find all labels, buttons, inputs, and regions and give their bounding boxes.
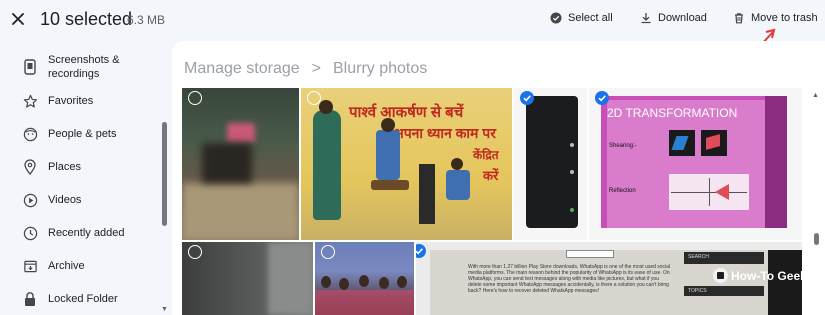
photo-tile[interactable] [315, 242, 414, 315]
photo-tile[interactable] [182, 88, 299, 240]
move-to-trash-label: Move to trash [751, 12, 818, 24]
photo-grid: पार्श्व आकर्षण से बचें अपना ध्यान काम पर… [182, 88, 802, 315]
sidebar-item-label: Screenshots & recordings [48, 54, 120, 80]
grid-scroll-up-icon[interactable]: ▲ [812, 92, 819, 99]
sidebar-item-recently-added[interactable]: Recently added [22, 225, 124, 241]
download-button[interactable]: Download [640, 12, 707, 24]
sidebar-scrollbar[interactable] [162, 122, 167, 226]
sidebar-item-label: Locked Folder [48, 293, 118, 305]
photo-tile[interactable] [514, 88, 587, 240]
check-icon [416, 248, 423, 255]
sidebar-item-label: Archive [48, 260, 85, 272]
selection-checkbox[interactable] [188, 91, 202, 105]
watermark-text: How-To Geek [731, 268, 807, 283]
archive-icon [22, 258, 38, 274]
photo-text: पार्श्व आकर्षण से बचें [349, 104, 464, 121]
photo-tile[interactable] [182, 242, 313, 315]
sidebar-item-label: Recently added [48, 227, 125, 239]
download-label: Download [658, 12, 707, 24]
selection-checkbox-checked[interactable] [416, 244, 426, 258]
sidebar-scroll-down-icon[interactable]: ▼ [161, 306, 168, 313]
lock-icon [22, 291, 38, 307]
selection-checkbox[interactable] [307, 91, 321, 105]
selection-checkbox-checked[interactable] [595, 91, 609, 105]
photo-text: केंद्रित [473, 148, 499, 162]
photo-text: 2D TRANSFORMATION [607, 106, 738, 120]
clock-icon [22, 225, 38, 241]
sidebar-item-people[interactable]: People & pets [22, 126, 117, 142]
selection-count: 10 selected [40, 9, 133, 29]
selection-checkbox-checked[interactable] [520, 91, 534, 105]
photo-text: Shearing:- [609, 143, 637, 149]
sidebar-item-label: People & pets [48, 128, 117, 140]
grid-scrollbar[interactable] [814, 233, 819, 245]
check-icon [598, 95, 606, 102]
sidebar-item-locked-folder[interactable]: Locked Folder [22, 291, 118, 307]
selection-checkbox[interactable] [188, 245, 202, 259]
photo-text: TOPICS [688, 288, 707, 294]
breadcrumb: Manage storage > Blurry photos [184, 60, 427, 78]
selection-checkbox[interactable] [321, 245, 335, 259]
select-all-label: Select all [568, 12, 613, 24]
sidebar-item-places[interactable]: Places [22, 159, 81, 175]
face-icon [22, 126, 38, 142]
check-icon [523, 95, 531, 102]
how-to-geek-logo-icon [713, 268, 728, 283]
play-icon [22, 192, 38, 208]
move-to-trash-button[interactable]: Move to trash [733, 12, 818, 24]
breadcrumb-manage-storage[interactable]: Manage storage [184, 60, 300, 78]
phone-icon [22, 59, 38, 75]
check-circle-icon [550, 12, 562, 24]
sidebar-item-favorites[interactable]: Favorites [22, 93, 93, 109]
selection-size: 6.3 MB [127, 13, 166, 27]
breadcrumb-separator: > [311, 60, 321, 77]
how-to-geek-watermark: How-To Geek [713, 268, 807, 283]
select-all-button[interactable]: Select all [550, 12, 613, 24]
pin-icon [22, 159, 38, 175]
photo-tile[interactable]: 2D TRANSFORMATION Shearing:- Reflection [589, 88, 802, 240]
star-icon [22, 93, 38, 109]
sidebar: Screenshots & recordings Favorites Peopl… [0, 40, 160, 315]
trash-icon [735, 13, 743, 24]
sidebar-item-label: Favorites [48, 95, 94, 107]
sidebar-item-archive[interactable]: Archive [22, 258, 85, 274]
download-icon [641, 13, 651, 24]
sidebar-item-label: Places [48, 161, 82, 173]
top-bar: 10 selected 6.3 MB Select all Download M… [0, 0, 825, 40]
photo-text: With more than 1.27 billion Play Store d… [468, 264, 671, 294]
photo-text: Reflection [609, 188, 636, 194]
sidebar-item-videos[interactable]: Videos [22, 192, 81, 208]
close-icon [12, 13, 24, 25]
photo-text: करें [483, 168, 499, 183]
sidebar-item-label: Videos [48, 194, 82, 206]
breadcrumb-blurry-photos: Blurry photos [332, 60, 428, 77]
photo-text: SEARCH [688, 254, 709, 260]
photo-tile[interactable]: पार्श्व आकर्षण से बचें अपना ध्यान काम पर… [301, 88, 512, 240]
photo-text: अपना ध्यान काम पर [393, 125, 496, 141]
sidebar-item-screenshots[interactable]: Screenshots & recordings [22, 53, 138, 81]
close-button[interactable] [8, 9, 28, 29]
